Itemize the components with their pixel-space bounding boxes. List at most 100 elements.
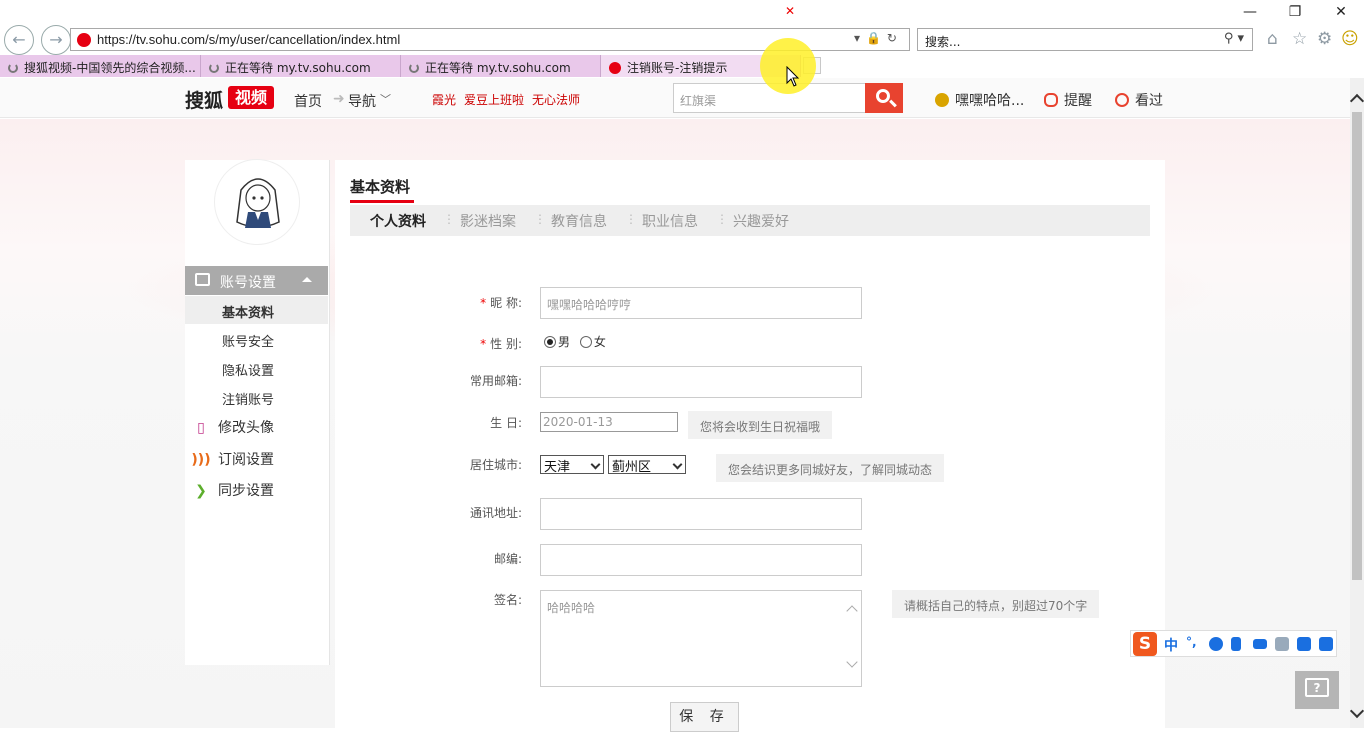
toolbox-grid-icon[interactable] — [1319, 637, 1333, 651]
forward-button[interactable]: → — [41, 25, 71, 55]
remind-link[interactable]: 提醒 — [1044, 90, 1092, 110]
browser-search-placeholder: 搜索... — [925, 35, 961, 49]
search-icon[interactable]: ⚲ ▾ — [1224, 31, 1244, 46]
tab-bar: 搜狐视频-中国领先的综合视频... 正在等待 my.tv.sohu.com 正在… — [0, 55, 1364, 77]
site-favicon-icon — [77, 33, 91, 47]
sidebar-item-avatar[interactable]: ▯ 修改头像 — [190, 417, 274, 437]
address-field[interactable] — [540, 498, 862, 530]
tab-sohu-home[interactable]: 搜狐视频-中国领先的综合视频... — [0, 55, 201, 77]
tab-personal[interactable]: 个人资料 — [370, 211, 426, 231]
nickname-label: * 昵 称: — [480, 296, 522, 310]
nav-arrow-icon: ➜ — [333, 91, 345, 107]
avatar[interactable] — [214, 159, 300, 245]
star-icon[interactable]: ☆ — [1292, 29, 1307, 49]
sohu-logo-text[interactable]: 搜狐 — [185, 86, 223, 113]
history-link[interactable]: 看过 — [1115, 90, 1163, 110]
hot-link-1[interactable]: 霞光 — [432, 91, 456, 108]
address-tools-icon[interactable]: ▾🔒↻ — [854, 31, 903, 45]
browser-chrome: — ❐ ✕ ← → https://tv.sohu.com/s/my/user/… — [0, 0, 1364, 78]
back-button[interactable]: ← — [4, 25, 34, 55]
avatar-illustration-icon — [236, 178, 280, 228]
user-settings-icon[interactable] — [1275, 637, 1289, 651]
nav-guide[interactable]: 导航 — [348, 91, 376, 111]
gender-male-radio[interactable] — [544, 336, 556, 348]
city-label: 居住城市: — [469, 458, 522, 472]
tab-waiting-1[interactable]: 正在等待 my.tv.sohu.com — [201, 55, 401, 77]
tab-interests[interactable]: 兴趣爱好 — [733, 211, 789, 231]
hot-link-3[interactable]: 无心法师 — [532, 91, 580, 108]
sidebar-item-subscription[interactable]: ))) 订阅设置 — [190, 449, 274, 469]
gender-radio-group: 男 女 — [544, 333, 606, 350]
address-url[interactable]: https://tv.sohu.com/s/my/user/cancellati… — [97, 32, 400, 47]
site-search-placeholder: 红旗渠 — [680, 94, 717, 108]
sidebar-item-cancel-account[interactable]: 注销账号 — [185, 383, 328, 411]
email-label: 常用邮箱: — [469, 374, 522, 388]
postcode-field[interactable] — [540, 544, 862, 576]
emoji-icon[interactable] — [1209, 637, 1223, 651]
search-icon — [876, 89, 890, 103]
ime-language-toggle[interactable]: 中 — [1164, 635, 1178, 655]
account-settings-header[interactable]: 账号设置 — [185, 266, 328, 295]
sohu-logo-badge[interactable]: 视频 — [228, 86, 274, 109]
scrollbar-thumb[interactable] — [1352, 112, 1362, 580]
sogou-logo-icon[interactable]: S — [1133, 632, 1157, 656]
city-hint: 您会结识更多同城好友，了解同城动态 — [716, 454, 945, 482]
sidebar-item-sync[interactable]: ❯ 同步设置 — [190, 480, 274, 500]
home-icon[interactable]: ⌂ — [1267, 29, 1278, 49]
tab-movie-profile[interactable]: 影迷档案 — [460, 211, 516, 231]
ime-punct-toggle[interactable]: °, — [1186, 635, 1197, 649]
sidebar-item-privacy[interactable]: 隐私设置 — [185, 354, 328, 382]
nickname-field[interactable]: 嘿嘿哈哈哈哼哼 — [540, 287, 862, 319]
close-window-icon[interactable]: ✕ — [1331, 4, 1351, 20]
gender-female-radio[interactable] — [579, 336, 592, 348]
signature-textarea[interactable]: 哈哈哈哈 — [540, 590, 862, 687]
tab-education[interactable]: 教育信息 — [551, 211, 607, 231]
gear-icon[interactable]: ⚙ — [1317, 29, 1332, 49]
postcode-label: 邮编: — [493, 552, 522, 566]
district-select[interactable]: 蓟州区 — [608, 455, 686, 475]
user-menu[interactable]: 嘿嘿哈哈... — [935, 90, 1024, 110]
email-field[interactable] — [540, 366, 862, 398]
gender-female-label[interactable]: 女 — [594, 335, 606, 349]
site-search-button[interactable] — [865, 83, 903, 113]
nav-home[interactable]: 首页 — [294, 91, 322, 111]
gender-label: * 性 别: — [480, 337, 522, 351]
loading-spinner-icon — [209, 63, 219, 73]
signature-label: 签名: — [493, 593, 522, 607]
hot-link-2[interactable]: 爱豆上班啦 — [464, 91, 524, 108]
minimize-icon[interactable]: — — [1240, 4, 1260, 20]
chevron-down-icon[interactable]: ﹀ — [380, 91, 391, 107]
loading-spinner-icon — [409, 63, 419, 73]
microphone-icon[interactable] — [1231, 637, 1241, 651]
id-card-icon — [195, 273, 210, 286]
sidebar-item-basic-info[interactable]: 基本资料 — [185, 296, 328, 324]
help-button[interactable]: ? — [1295, 671, 1339, 709]
scroll-down-icon[interactable] — [846, 656, 858, 668]
restore-icon[interactable]: ❐ — [1285, 4, 1305, 20]
signature-hint: 请概括自己的特点，别超过70个字 — [892, 590, 1100, 618]
province-select[interactable]: 天津 — [540, 455, 604, 475]
tab-career[interactable]: 职业信息 — [642, 211, 698, 231]
ime-toolbar: S 中 °, — [1130, 630, 1337, 657]
loading-spinner-icon — [8, 63, 18, 73]
page-title: 基本资料 — [350, 178, 411, 196]
site-header: 搜狐 视频 首页 ➜ 导航 ﹀ 霞光 爱豆上班啦 无心法师 红旗渠 嘿嘿哈哈..… — [0, 78, 1350, 118]
history-clock-icon — [1115, 93, 1129, 107]
gender-male-label[interactable]: 男 — [558, 335, 570, 349]
portrait-icon: ▯ — [197, 420, 205, 436]
scroll-up-icon[interactable] — [846, 605, 858, 617]
keyboard-icon[interactable] — [1253, 639, 1267, 649]
title-underline — [350, 200, 414, 203]
browser-search-input[interactable]: 搜索... ⚲ ▾ — [917, 28, 1253, 51]
skin-shirt-icon[interactable] — [1297, 637, 1311, 651]
birthday-label: 生 日: — [490, 416, 522, 430]
sohu-favicon-icon — [609, 62, 621, 74]
user-avatar-icon — [935, 93, 949, 107]
collapse-caret-icon[interactable] — [302, 277, 312, 282]
tab-close-icon[interactable]: ✕ — [785, 4, 795, 18]
smiley-icon[interactable]: ☺ — [1341, 29, 1359, 49]
tab-waiting-2[interactable]: 正在等待 my.tv.sohu.com — [401, 55, 601, 77]
sidebar-item-account-security[interactable]: 账号安全 — [185, 325, 328, 353]
birthday-field[interactable]: 2020-01-13 — [540, 412, 678, 432]
help-icon: ? — [1305, 678, 1329, 697]
